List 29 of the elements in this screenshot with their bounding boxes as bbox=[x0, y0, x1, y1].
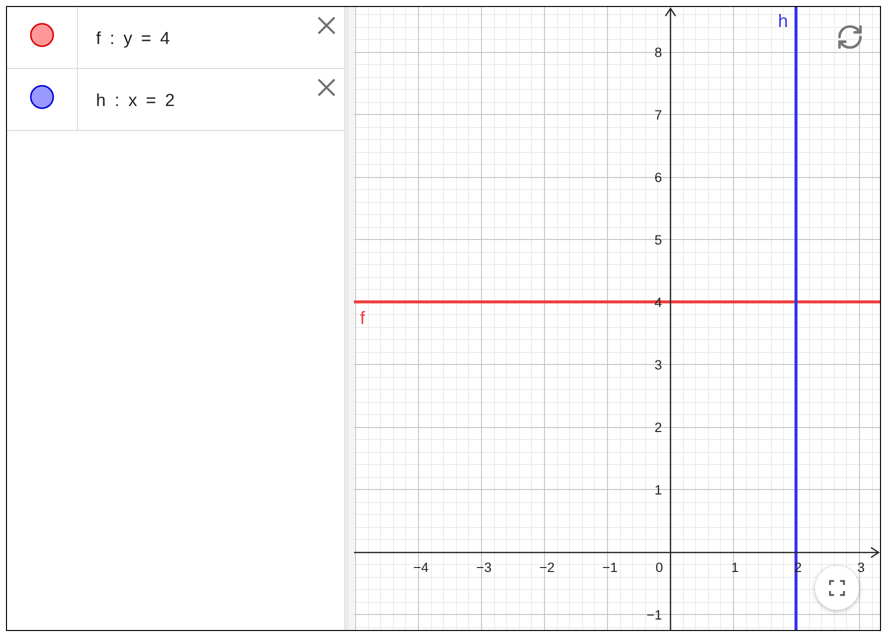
tick-label: 2 bbox=[654, 420, 662, 435]
tick-label: 8 bbox=[654, 45, 662, 60]
algebra-row[interactable]: h : x = 2 bbox=[7, 69, 344, 131]
algebra-expression[interactable]: h : x = 2 bbox=[78, 69, 317, 110]
tick-label: 3 bbox=[654, 357, 662, 372]
tick-label: 7 bbox=[654, 107, 662, 122]
tick-label: −2 bbox=[539, 560, 555, 575]
algebra-expression[interactable]: f : y = 4 bbox=[78, 7, 317, 48]
origin-label: 0 bbox=[656, 560, 664, 575]
fullscreen-icon bbox=[829, 580, 845, 596]
tick-label: −1 bbox=[646, 607, 662, 622]
tick-label: 5 bbox=[654, 232, 662, 248]
close-icon[interactable] bbox=[317, 78, 336, 97]
algebra-row[interactable]: f : y = 4 bbox=[7, 7, 344, 69]
line-label: f bbox=[360, 308, 366, 328]
color-dot-icon[interactable] bbox=[30, 23, 54, 47]
tick-label: −1 bbox=[602, 560, 618, 575]
tick-label: −4 bbox=[413, 560, 429, 575]
tick-label: 1 bbox=[731, 560, 739, 575]
tick-label: 6 bbox=[654, 170, 662, 185]
color-dot-icon[interactable] bbox=[30, 85, 54, 109]
tick-label: 3 bbox=[857, 560, 865, 575]
panel-resize-handle[interactable] bbox=[344, 7, 354, 630]
line-label: h bbox=[778, 11, 788, 31]
close-icon[interactable] bbox=[317, 16, 336, 35]
refresh-icon[interactable] bbox=[836, 23, 864, 51]
tick-label: −3 bbox=[476, 560, 492, 575]
tick-label: 1 bbox=[654, 482, 662, 498]
fullscreen-button[interactable] bbox=[815, 566, 859, 610]
